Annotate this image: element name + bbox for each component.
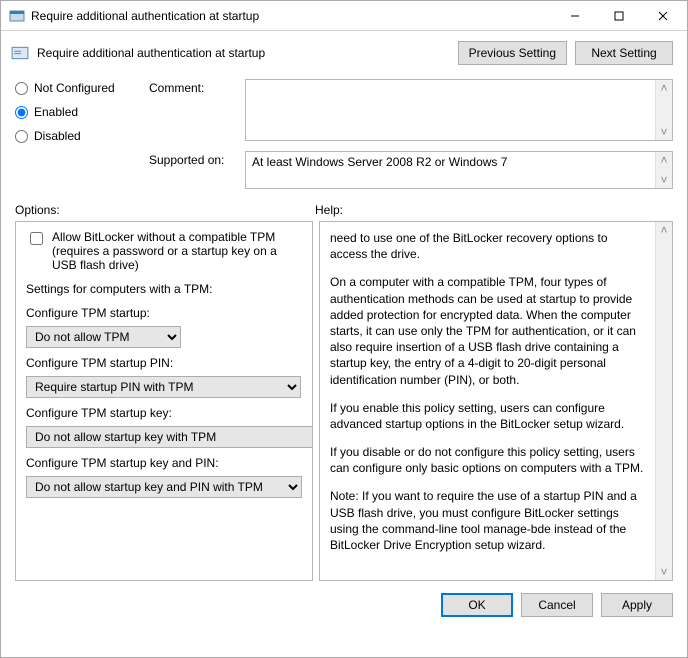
scroll-up-icon: ˄ xyxy=(656,152,672,168)
maximize-button[interactable] xyxy=(597,2,641,30)
scrollbar[interactable]: ˄˅ xyxy=(655,152,672,188)
window-title: Require additional authentication at sta… xyxy=(31,9,553,23)
supported-on-value: At least Windows Server 2008 R2 or Windo… xyxy=(252,155,507,169)
footer: OK Cancel Apply xyxy=(1,581,687,629)
supported-on-label: Supported on: xyxy=(149,151,241,167)
scrollbar[interactable]: ˄˅ xyxy=(655,80,672,140)
radio-enabled[interactable]: Enabled xyxy=(15,105,145,119)
scroll-up-icon: ˄ xyxy=(656,222,672,238)
cancel-button[interactable]: Cancel xyxy=(521,593,593,617)
comment-textarea[interactable]: ˄˅ xyxy=(245,79,673,141)
help-panel: need to use one of the BitLocker recover… xyxy=(319,221,673,581)
tpm-pin-select[interactable]: Require startup PIN with TPM xyxy=(26,376,301,398)
allow-no-tpm-checkbox[interactable] xyxy=(30,232,43,245)
allow-no-tpm-label: Allow BitLocker without a compatible TPM… xyxy=(52,230,302,272)
tpm-startup-label: Configure TPM startup: xyxy=(26,306,302,320)
tpm-pin-label: Configure TPM startup PIN: xyxy=(26,356,302,370)
help-paragraph: On a computer with a compatible TPM, fou… xyxy=(330,274,648,387)
radio-label: Disabled xyxy=(34,129,81,143)
options-panel: Allow BitLocker without a compatible TPM… xyxy=(15,221,313,581)
help-label: Help: xyxy=(315,203,343,217)
radio-label: Not Configured xyxy=(34,81,115,95)
help-paragraph: need to use one of the BitLocker recover… xyxy=(330,230,648,262)
radio-not-configured[interactable]: Not Configured xyxy=(15,81,145,95)
tpm-keypin-select[interactable]: Do not allow startup key and PIN with TP… xyxy=(26,476,302,498)
apply-button[interactable]: Apply xyxy=(601,593,673,617)
supported-on-textarea: At least Windows Server 2008 R2 or Windo… xyxy=(245,151,673,189)
app-icon xyxy=(9,8,25,24)
tpm-key-label: Configure TPM startup key: xyxy=(26,406,302,420)
minimize-button[interactable] xyxy=(553,2,597,30)
previous-setting-button[interactable]: Previous Setting xyxy=(458,41,567,65)
ok-button[interactable]: OK xyxy=(441,593,513,617)
comment-label: Comment: xyxy=(149,79,241,95)
next-setting-button[interactable]: Next Setting xyxy=(575,41,673,65)
scroll-up-icon: ˄ xyxy=(656,80,672,96)
tpm-startup-select[interactable]: Do not allow TPM xyxy=(26,326,181,348)
tpm-keypin-label: Configure TPM startup key and PIN: xyxy=(26,456,302,470)
close-button[interactable] xyxy=(641,2,685,30)
scroll-down-icon: ˅ xyxy=(656,564,672,580)
titlebar: Require additional authentication at sta… xyxy=(1,1,687,31)
radio-disabled[interactable]: Disabled xyxy=(15,129,145,143)
help-paragraph: If you enable this policy setting, users… xyxy=(330,400,648,432)
options-label: Options: xyxy=(15,203,315,217)
tpm-key-select[interactable]: Do not allow startup key with TPM xyxy=(26,426,313,448)
help-paragraph: Note: If you want to require the use of … xyxy=(330,488,648,553)
scroll-down-icon: ˅ xyxy=(656,124,672,140)
header-title: Require additional authentication at sta… xyxy=(37,46,450,60)
policy-icon xyxy=(11,44,29,62)
tpm-settings-title: Settings for computers with a TPM: xyxy=(26,282,302,296)
radio-label: Enabled xyxy=(34,105,78,119)
scrollbar[interactable]: ˄˅ xyxy=(655,222,672,580)
header: Require additional authentication at sta… xyxy=(1,31,687,73)
scroll-down-icon: ˅ xyxy=(656,172,672,188)
help-paragraph: If you disable or do not configure this … xyxy=(330,444,648,476)
